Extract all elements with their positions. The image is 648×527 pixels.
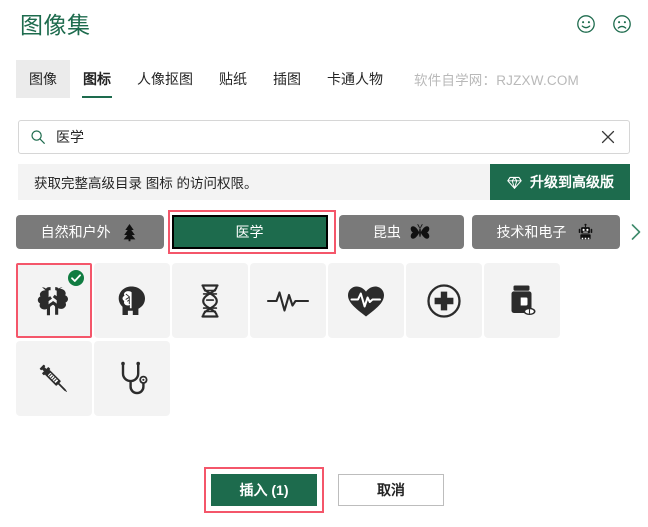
insert-button[interactable]: 插入 (1)	[211, 474, 317, 506]
tab-label: 图标	[83, 71, 111, 87]
pine-tree-icon	[120, 222, 140, 242]
upgrade-to-premium-button[interactable]: 升级到高级版	[490, 164, 630, 200]
icon-tile-pill-bottle[interactable]	[484, 263, 560, 338]
close-icon	[601, 130, 615, 144]
dialog-footer: 插入 (1) 取消	[0, 467, 648, 513]
icon-tile-heart-pulse[interactable]	[328, 263, 404, 338]
insert-button-highlight: 插入 (1)	[204, 467, 324, 513]
icon-results-grid	[16, 263, 636, 419]
tab-stickers[interactable]: 贴纸	[206, 60, 260, 98]
chevron-right-icon	[631, 224, 640, 240]
tab-label: 人像抠图	[137, 71, 193, 87]
watermark-text: 软件自学网：RJZXW.COM	[414, 73, 579, 88]
icon-tile-syringe[interactable]	[16, 341, 92, 416]
icon-tile-brain[interactable]	[16, 263, 92, 338]
dialog-header: 图像集	[0, 0, 648, 56]
categories-next-button[interactable]	[624, 215, 648, 249]
chip-label: 昆虫	[372, 224, 401, 240]
diamond-icon	[506, 174, 522, 190]
banner-message: 获取完整高级目录 图标 的访问权限。	[34, 176, 258, 191]
tab-label: 插图	[273, 71, 301, 87]
clear-search-button[interactable]	[597, 126, 619, 148]
tab-label: 图像	[29, 71, 57, 87]
category-chip-nature-outdoor[interactable]: 自然和户外	[16, 215, 165, 249]
search-bar[interactable]	[18, 120, 630, 154]
category-chip-bar: 自然和户外 医学 昆虫 技术和电子	[0, 210, 648, 254]
tab-illustrations[interactable]: 插图	[260, 60, 314, 98]
icon-tile-medical-cross[interactable]	[406, 263, 482, 338]
feedback-happy-button[interactable]	[574, 12, 598, 36]
pill-bottle-icon	[500, 279, 544, 323]
icon-tile-heartbeat-line[interactable]	[250, 263, 326, 338]
cancel-button-label: 取消	[377, 482, 405, 498]
robot-icon	[575, 222, 595, 242]
feedback-group	[574, 12, 634, 36]
tab-label: 卡通人物	[327, 71, 383, 87]
category-chip-technology-electronics[interactable]: 技术和电子	[471, 215, 621, 249]
premium-banner: 获取完整高级目录 图标 的访问权限。 升级到高级版	[18, 164, 630, 200]
tab-images[interactable]: 图像	[16, 60, 70, 98]
butterfly-icon	[410, 222, 430, 242]
selected-check-badge	[67, 269, 85, 287]
search-input[interactable]	[56, 121, 597, 153]
tab-label: 贴纸	[219, 71, 247, 87]
tab-cartoon-people[interactable]: 卡通人物	[314, 60, 396, 98]
search-icon	[29, 129, 46, 146]
category-chip-medical[interactable]: 医学	[168, 210, 337, 254]
tab-cutout-people[interactable]: 人像抠图	[124, 60, 206, 98]
chip-medical-inner[interactable]: 医学	[171, 215, 328, 249]
feedback-sad-button[interactable]	[610, 12, 634, 36]
chip-label: 医学	[235, 224, 264, 240]
stethoscope-icon	[110, 357, 154, 401]
icon-tile-head-brain[interactable]	[94, 263, 170, 338]
icon-tile-dna[interactable]	[172, 263, 248, 338]
sad-face-icon	[613, 15, 631, 33]
upgrade-button-label: 升级到高级版	[530, 174, 614, 190]
chip-label: 技术和电子	[496, 224, 567, 240]
syringe-icon	[32, 357, 76, 401]
chip-label: 自然和户外	[40, 224, 111, 240]
page-title: 图像集	[20, 12, 91, 38]
heart-pulse-icon	[344, 279, 388, 323]
tab-bar: 图像 图标 人像抠图 贴纸 插图 卡通人物 软件自学网：RJZXW.COM	[0, 60, 648, 98]
insert-button-label: 插入 (1)	[239, 482, 289, 498]
dna-icon	[188, 279, 232, 323]
cancel-button[interactable]: 取消	[338, 474, 444, 506]
head-brain-icon	[110, 279, 154, 323]
happy-face-icon	[577, 15, 595, 33]
icon-tile-stethoscope[interactable]	[94, 341, 170, 416]
category-chip-insects[interactable]: 昆虫	[338, 215, 464, 249]
heartbeat-line-icon	[266, 279, 310, 323]
tab-icons[interactable]: 图标	[70, 60, 124, 98]
medical-cross-icon	[422, 279, 466, 323]
